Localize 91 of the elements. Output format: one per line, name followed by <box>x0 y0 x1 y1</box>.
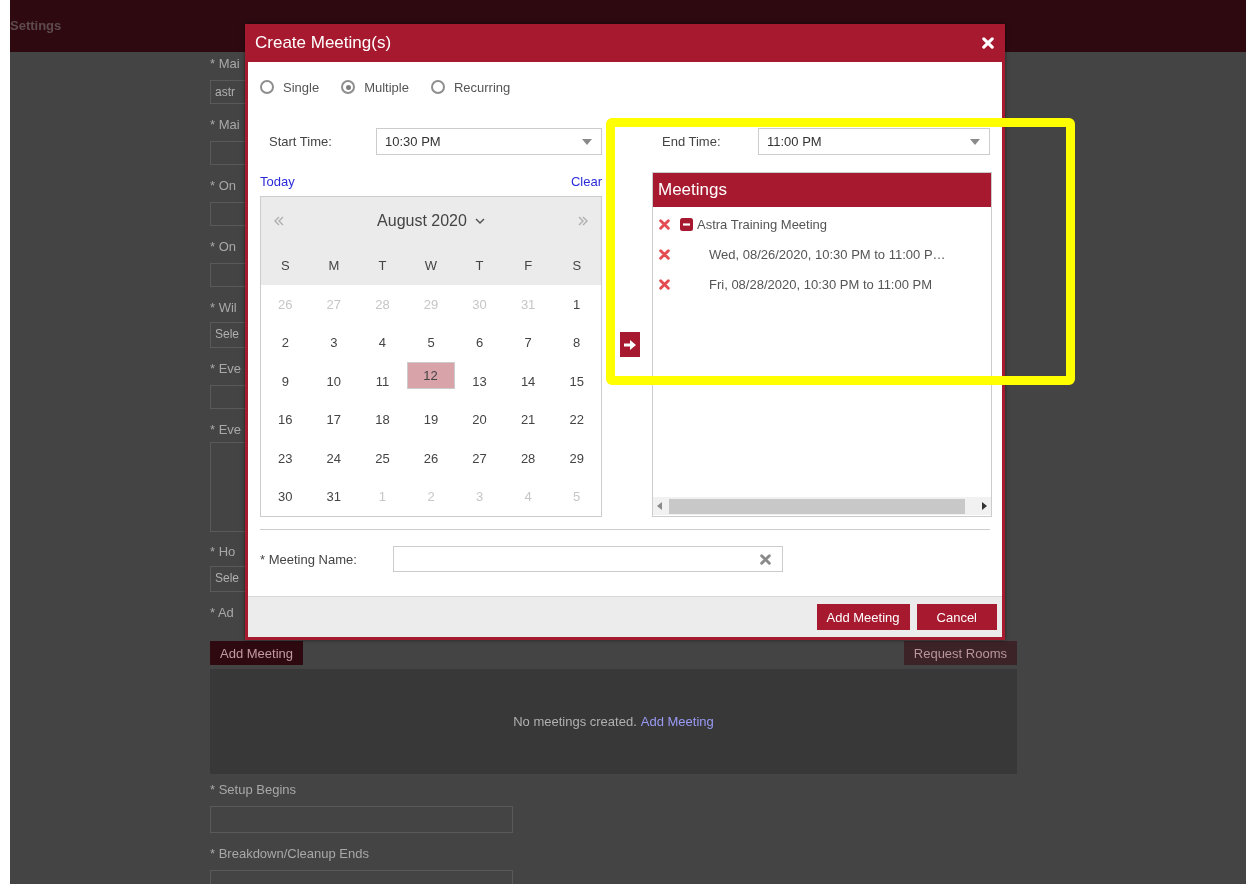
collapse-icon[interactable] <box>680 217 693 231</box>
panel-title: Meetings <box>658 180 727 200</box>
previous-icon[interactable] <box>273 216 285 226</box>
dialog-title: Create Meeting(s) <box>255 33 392 53</box>
calendar-day[interactable]: 4 <box>358 323 407 362</box>
weekday-label: S <box>279 257 291 273</box>
weekday-label: M <box>327 257 341 273</box>
meeting-item[interactable]: Wed, 08/26/2020, 10:30 PM to 11:00 P… <box>709 246 946 262</box>
start-time-label: Start Time: <box>268 134 333 149</box>
calendar-day[interactable]: 11 <box>358 362 407 401</box>
weekday-label: T <box>377 257 388 273</box>
empty-message: No meetings created. <box>513 714 637 729</box>
meeting-item[interactable]: Fri, 08/28/2020, 10:30 PM to 11:00 PM <box>709 276 933 292</box>
end-time-label: End Time: <box>661 134 722 149</box>
weekday-label: F <box>523 257 534 273</box>
calendar-day[interactable]: 25 <box>358 439 407 478</box>
caret-icon <box>582 138 592 145</box>
add-to-list-button[interactable] <box>620 332 640 357</box>
calendar-day[interactable]: 5 <box>406 323 456 362</box>
calendar-day[interactable]: 7 <box>503 323 553 362</box>
calendar-day[interactable]: 20 <box>455 400 504 439</box>
calendar-day[interactable]: 15 <box>552 362 601 401</box>
calendar-day[interactable]: 10 <box>309 362 359 401</box>
weekday-label: T <box>474 257 485 273</box>
add-meeting-button[interactable]: Add Meeting <box>210 641 303 665</box>
radio-button[interactable] <box>341 80 356 94</box>
meeting-item[interactable]: Astra Training Meeting <box>697 216 828 232</box>
next-icon[interactable] <box>577 216 589 226</box>
close-icon[interactable] <box>982 37 994 49</box>
calendar-day[interactable]: 26 <box>406 439 456 478</box>
calendar-day[interactable]: 14 <box>503 362 553 401</box>
calendar-day[interactable]: 1 <box>552 285 601 324</box>
field-label: * On <box>210 177 236 195</box>
calendar-day[interactable]: 21 <box>503 400 553 439</box>
field-label: * Mai <box>210 55 240 73</box>
arrow-right-icon <box>623 337 637 352</box>
today-link[interactable]: Today <box>260 173 295 189</box>
calendar-day[interactable]: 19 <box>406 400 456 439</box>
radio-label[interactable]: Multiple <box>364 79 409 95</box>
chevron-down-icon <box>474 217 485 225</box>
horizontal-scrollbar[interactable] <box>653 497 991 515</box>
field-label: * Mai <box>210 116 240 134</box>
add-meeting-button[interactable]: Add Meeting <box>816 604 910 630</box>
calendar-day[interactable]: 6 <box>455 323 504 362</box>
caret-icon <box>970 138 980 145</box>
calendar-day[interactable]: 27 <box>455 439 504 478</box>
radio-button[interactable] <box>430 80 445 94</box>
radio-button[interactable] <box>260 80 274 94</box>
field-label: * Ho <box>210 543 236 561</box>
calendar-day[interactable]: 29 <box>552 439 601 478</box>
delete-icon[interactable] <box>659 218 670 230</box>
weekday-label: S <box>571 257 583 273</box>
month-selector[interactable]: August 2020 <box>377 212 485 230</box>
start-time-select[interactable]: 10:30 PM <box>376 128 602 155</box>
field-label: * Breakdown/Cleanup Ends <box>210 845 369 863</box>
weekday-label: W <box>423 257 439 273</box>
calendar-day[interactable]: 23 <box>261 439 310 478</box>
meeting-name-label: * Meeting Name: <box>260 551 358 567</box>
calendar-day[interactable]: 9 <box>261 362 310 401</box>
calendar-day[interactable]: 30 <box>261 477 310 516</box>
clear-icon[interactable] <box>760 553 771 565</box>
calendar-day[interactable]: 18 <box>358 400 407 439</box>
calendar-day[interactable]: 16 <box>261 400 310 439</box>
calendar-day[interactable]: 8 <box>552 323 601 362</box>
page-title: Settings <box>10 18 62 33</box>
field-label: * Wil <box>210 299 237 317</box>
delete-icon[interactable] <box>659 248 670 260</box>
delete-icon[interactable] <box>659 278 670 290</box>
radio-label[interactable]: Single <box>283 79 320 95</box>
radio-label[interactable]: Recurring <box>453 79 511 95</box>
calendar-day[interactable]: 17 <box>309 400 359 439</box>
field-label: * Eve <box>210 360 242 378</box>
end-time-select[interactable]: 11:00 PM <box>758 128 990 155</box>
calendar-day[interactable]: 2 <box>261 323 310 362</box>
calendar-day[interactable]: 13 <box>455 362 504 401</box>
field-label: * On <box>210 238 236 256</box>
calendar-day[interactable]: 28 <box>503 439 553 478</box>
calendar-day[interactable]: 31 <box>309 477 359 516</box>
scrollbar-thumb[interactable] <box>669 498 965 514</box>
calendar-day[interactable]: 24 <box>309 439 359 478</box>
clear-link[interactable]: Clear <box>570 173 602 189</box>
cancel-button[interactable]: Cancel <box>916 604 997 630</box>
calendar-day[interactable]: 3 <box>309 323 359 362</box>
add-meeting-link[interactable]: Add Meeting <box>640 714 714 729</box>
meeting-name-field[interactable] <box>393 546 783 572</box>
field-label: * Setup Begins <box>210 781 296 799</box>
field-label: * Eve <box>210 421 242 439</box>
calendar-day[interactable]: 12 <box>406 362 456 389</box>
calendar-day[interactable]: 22 <box>552 400 601 439</box>
field-label: * Ad <box>210 604 234 622</box>
request-rooms-button[interactable]: Request Rooms <box>903 641 1017 665</box>
